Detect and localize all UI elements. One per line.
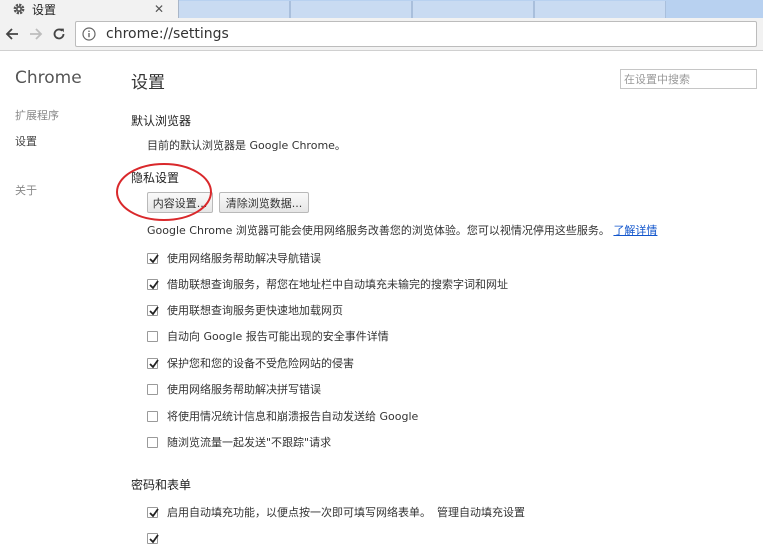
checkmark-icon — [149, 507, 159, 517]
checkmark-icon — [149, 358, 159, 368]
manage-autofill-link[interactable]: 管理自动填充设置 — [437, 504, 525, 520]
checkmark-icon — [149, 253, 159, 263]
password-option-row[interactable] — [147, 531, 159, 545]
background-tab[interactable] — [290, 1, 412, 18]
checkbox-label: 借助联想查询服务，帮您在地址栏中自动填充未输完的搜索字词和网址 — [167, 278, 508, 291]
default-browser-text: 目前的默认浏览器是 Google Chrome。 — [147, 139, 346, 152]
page-title: 设置 — [131, 73, 165, 93]
section-heading-default-browser: 默认浏览器 — [131, 114, 192, 128]
gear-icon — [13, 3, 25, 15]
checkbox-label: 自动向 Google 报告可能出现的安全事件详情 — [167, 330, 389, 343]
forward-button[interactable] — [26, 24, 46, 44]
annotation-circle-icon — [116, 163, 212, 221]
checkbox[interactable] — [147, 410, 158, 422]
checkbox-label: 将使用情况统计信息和崩溃报告自动发送给 Google — [167, 410, 419, 423]
close-icon[interactable]: ✕ — [154, 2, 164, 16]
checkbox-label: 使用联想查询服务更快速地加载网页 — [167, 304, 343, 317]
privacy-option-row[interactable]: 自动向 Google 报告可能出现的安全事件详情 — [147, 329, 389, 343]
settings-search-input[interactable] — [620, 69, 757, 89]
forward-arrow-icon — [30, 28, 43, 40]
checkbox[interactable] — [147, 383, 158, 395]
checkbox[interactable] — [147, 330, 158, 342]
section-heading-passwords: 密码和表单 — [131, 478, 192, 492]
sidebar: Chrome 扩展程序 设置 关于 — [0, 51, 120, 538]
privacy-option-row[interactable]: 使用网络服务帮助解决导航错误 — [147, 251, 321, 265]
privacy-description: Google Chrome 浏览器可能会使用网络服务改善您的浏览体验。您可以视情… — [147, 222, 657, 238]
privacy-description-text: Google Chrome 浏览器可能会使用网络服务改善您的浏览体验。您可以视情… — [147, 224, 610, 237]
checkbox-label: 随浏览流量一起发送"不跟踪"请求 — [167, 436, 332, 449]
background-tab[interactable] — [178, 1, 290, 18]
privacy-option-row[interactable]: 随浏览流量一起发送"不跟踪"请求 — [147, 435, 331, 449]
clear-browsing-data-button[interactable]: 清除浏览数据... — [219, 192, 309, 213]
reload-icon — [53, 28, 65, 40]
checkbox[interactable] — [147, 304, 159, 316]
checkbox[interactable] — [147, 506, 159, 518]
checkbox[interactable] — [147, 436, 158, 448]
checkbox[interactable] — [147, 357, 159, 369]
checkbox-label: 使用网络服务帮助解决拼写错误 — [167, 383, 321, 396]
toolbar: chrome://settings — [0, 18, 763, 51]
url-text[interactable]: chrome://settings — [106, 26, 229, 42]
checkmark-icon — [149, 305, 159, 315]
checkbox[interactable] — [147, 278, 159, 290]
background-tab[interactable] — [412, 1, 534, 18]
tab-settings[interactable]: 设置 ✕ — [0, 0, 179, 18]
learn-more-link[interactable]: 了解详情 — [613, 224, 657, 237]
checkbox[interactable] — [147, 532, 159, 544]
address-bar[interactable]: chrome://settings — [75, 21, 757, 47]
privacy-option-row[interactable]: 使用网络服务帮助解决拼写错误 — [147, 382, 321, 396]
privacy-option-row[interactable]: 将使用情况统计信息和崩溃报告自动发送给 Google — [147, 409, 418, 423]
privacy-option-row[interactable]: 保护您和您的设备不受危险网站的侵害 — [147, 356, 354, 370]
checkmark-icon — [149, 279, 159, 289]
checkbox[interactable] — [147, 252, 159, 264]
privacy-option-row[interactable]: 使用联想查询服务更快速地加载网页 — [147, 303, 343, 317]
sidebar-item-about[interactable]: 关于 — [15, 182, 37, 198]
back-arrow-icon — [5, 28, 18, 40]
info-icon[interactable] — [82, 27, 96, 41]
tab-strip: 设置 ✕ — [0, 0, 763, 18]
background-tab[interactable] — [534, 1, 666, 18]
tab-title: 设置 — [32, 2, 57, 17]
checkbox-label: 启用自动填充功能，以便点按一次即可填写网络表单。 — [167, 506, 431, 519]
privacy-option-row[interactable]: 借助联想查询服务，帮您在地址栏中自动填充未输完的搜索字词和网址 — [147, 277, 508, 291]
sidebar-item-extensions[interactable]: 扩展程序 — [15, 107, 59, 123]
autofill-option-row[interactable]: 启用自动填充功能，以便点按一次即可填写网络表单。 管理自动填充设置 — [147, 505, 525, 519]
checkmark-icon — [149, 533, 159, 543]
reload-button[interactable] — [49, 24, 69, 44]
checkbox-label: 保护您和您的设备不受危险网站的侵害 — [167, 357, 354, 370]
sidebar-brand: Chrome — [15, 68, 82, 88]
sidebar-item-settings[interactable]: 设置 — [15, 133, 37, 149]
checkbox-label: 使用网络服务帮助解决导航错误 — [167, 252, 321, 265]
back-button[interactable] — [2, 24, 22, 44]
